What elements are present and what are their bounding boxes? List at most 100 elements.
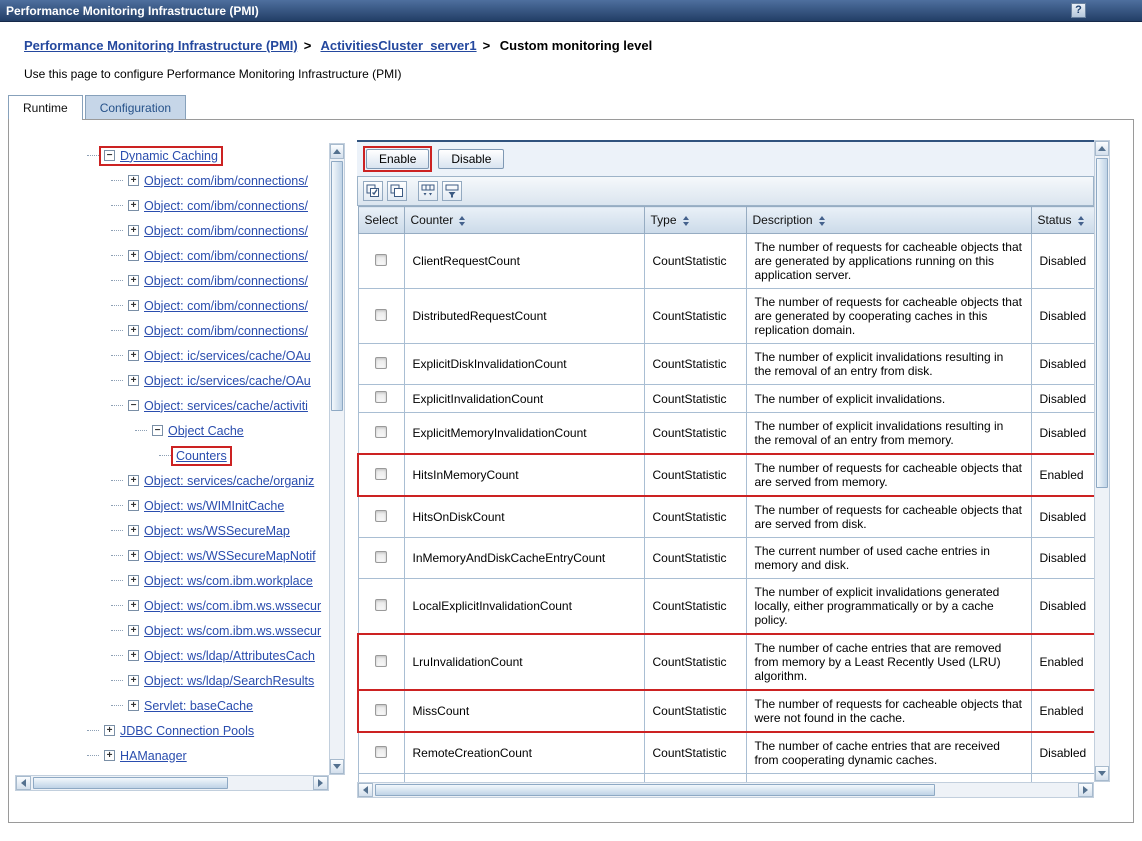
tree-item-link[interactable]: Object: services/cache/organiz — [144, 474, 314, 488]
tree-item-link[interactable]: Object: ws/com.ibm.workplace — [144, 574, 313, 588]
tree-expander-icon[interactable] — [128, 200, 139, 211]
tree-expander-icon[interactable] — [128, 325, 139, 336]
scroll-down-button[interactable] — [1095, 766, 1109, 781]
tree-item-link[interactable]: Object: ws/WSSecureMapNotif — [144, 549, 316, 563]
tree-expander-icon[interactable] — [128, 575, 139, 586]
help-icon[interactable]: ? — [1071, 3, 1086, 18]
tree-item-link[interactable]: Object: ws/ldap/SearchResults — [144, 674, 314, 688]
scroll-down-button[interactable] — [330, 759, 344, 774]
row-checkbox[interactable] — [375, 426, 387, 438]
breadcrumb-link[interactable]: Custom monitoring level — [500, 38, 652, 53]
row-checkbox[interactable] — [375, 599, 387, 611]
scroll-right-button[interactable] — [313, 776, 328, 790]
scrollbar-thumb[interactable] — [33, 777, 228, 789]
tree-expander-icon[interactable] — [128, 350, 139, 361]
breadcrumb-link[interactable]: ActivitiesCluster_server1 — [320, 38, 476, 53]
tree-item-link[interactable]: Object: ws/com.ibm.ws.wssecur — [144, 624, 321, 638]
tree-item-link[interactable]: Object: com/ibm/connections/ — [144, 224, 308, 238]
show-filter-icon[interactable] — [418, 181, 438, 201]
tree-item-link[interactable]: Object: com/ibm/connections/ — [144, 299, 308, 313]
row-checkbox[interactable] — [375, 391, 387, 403]
tree-expander-icon[interactable] — [128, 550, 139, 561]
column-header[interactable]: Select — [358, 207, 404, 234]
tree-expander-icon[interactable] — [128, 500, 139, 511]
tree-item-link[interactable]: Object: ic/services/cache/OAu — [144, 349, 311, 363]
deselect-all-icon[interactable] — [387, 181, 407, 201]
tree-item-link[interactable]: Counters — [176, 449, 227, 463]
tree-vertical-scrollbar[interactable] — [329, 143, 345, 775]
tree-item-link[interactable]: Object: ws/WSSecureMap — [144, 524, 290, 538]
row-checkbox[interactable] — [375, 655, 387, 667]
tree-item-link[interactable]: HAManager — [120, 749, 187, 763]
row-checkbox[interactable] — [375, 746, 387, 758]
row-checkbox[interactable] — [375, 704, 387, 716]
tree-item-link[interactable]: Object: com/ibm/connections/ — [144, 174, 308, 188]
tree-horizontal-scrollbar[interactable] — [15, 775, 329, 791]
tree-expander-icon[interactable] — [128, 175, 139, 186]
tree-expander-icon[interactable] — [128, 250, 139, 261]
column-header[interactable]: Status — [1031, 207, 1094, 234]
enable-button[interactable]: Enable — [366, 149, 429, 169]
column-header[interactable]: Description — [746, 207, 1031, 234]
row-checkbox[interactable] — [375, 468, 387, 480]
counter-name-cell: RemoteCreationCount — [404, 732, 644, 774]
sort-icon[interactable] — [819, 216, 825, 226]
select-all-icon[interactable] — [363, 181, 383, 201]
sort-icon[interactable] — [683, 216, 689, 226]
tree-expander-icon[interactable] — [104, 150, 115, 161]
tree-item-link[interactable]: Object: ic/services/cache/OAu — [144, 374, 311, 388]
clear-filter-icon[interactable] — [442, 181, 462, 201]
tree-expander-icon[interactable] — [128, 675, 139, 686]
tree-expander-icon[interactable] — [128, 700, 139, 711]
tree-expander-icon[interactable] — [128, 225, 139, 236]
scrollbar-thumb[interactable] — [375, 784, 935, 796]
row-checkbox[interactable] — [375, 254, 387, 266]
tab[interactable]: Configuration — [85, 95, 186, 119]
disable-button[interactable]: Disable — [438, 149, 504, 169]
tree-item-link[interactable]: Object: ws/WIMInitCache — [144, 499, 284, 513]
tree-expander-icon[interactable] — [128, 650, 139, 661]
tree-expander-icon[interactable] — [128, 275, 139, 286]
tree-item-link[interactable]: Object: com/ibm/connections/ — [144, 249, 308, 263]
tree-item-link[interactable]: Object Cache — [168, 424, 244, 438]
tree-item-link[interactable]: Object: ws/ldap/AttributesCach — [144, 649, 315, 663]
scrollbar-thumb[interactable] — [1096, 158, 1108, 488]
row-checkbox[interactable] — [375, 551, 387, 563]
scrollbar-thumb[interactable] — [331, 161, 343, 411]
tree-item-link[interactable]: Object: com/ibm/connections/ — [144, 324, 308, 338]
tree-item-link[interactable]: Servlet: baseCache — [144, 699, 253, 713]
scroll-right-button[interactable] — [1078, 783, 1093, 797]
tree-item-link[interactable]: Object: ws/com.ibm.ws.wssecur — [144, 599, 321, 613]
tree-item-link[interactable]: Object: services/cache/activiti — [144, 399, 308, 413]
tree-item-link[interactable]: Object: com/ibm/connections/ — [144, 199, 308, 213]
table-horizontal-scrollbar[interactable] — [357, 782, 1094, 798]
scroll-left-button[interactable] — [16, 776, 31, 790]
tree-expander-icon[interactable] — [128, 375, 139, 386]
sort-icon[interactable] — [459, 216, 465, 226]
sort-icon[interactable] — [1078, 216, 1084, 226]
tree-item-link[interactable]: JDBC Connection Pools — [120, 724, 254, 738]
tree-expander-icon[interactable] — [152, 425, 163, 436]
row-checkbox[interactable] — [375, 510, 387, 522]
tree-expander-icon[interactable] — [104, 725, 115, 736]
tree-panel: Dynamic Caching Object: com/ibm/connecti… — [15, 143, 345, 791]
column-header[interactable]: Type — [644, 207, 746, 234]
scroll-left-button[interactable] — [358, 783, 373, 797]
tree-expander-icon[interactable] — [128, 300, 139, 311]
column-header[interactable]: Counter — [404, 207, 644, 234]
tree-expander-icon[interactable] — [128, 625, 139, 636]
breadcrumb-link[interactable]: Performance Monitoring Infrastructure (P… — [24, 38, 298, 53]
tree-item-link[interactable]: Object: com/ibm/connections/ — [144, 274, 308, 288]
row-checkbox[interactable] — [375, 357, 387, 369]
tree-expander-icon[interactable] — [128, 600, 139, 611]
scroll-up-button[interactable] — [1095, 141, 1109, 156]
tree-expander-icon[interactable] — [104, 750, 115, 761]
tree-expander-icon[interactable] — [128, 525, 139, 536]
tab[interactable]: Runtime — [8, 95, 83, 119]
tree-expander-icon[interactable] — [128, 400, 139, 411]
row-checkbox[interactable] — [375, 309, 387, 321]
tree-item-link[interactable]: Dynamic Caching — [120, 149, 218, 163]
scroll-up-button[interactable] — [330, 144, 344, 159]
tree-expander-icon[interactable] — [128, 475, 139, 486]
table-vertical-scrollbar[interactable] — [1094, 140, 1110, 782]
